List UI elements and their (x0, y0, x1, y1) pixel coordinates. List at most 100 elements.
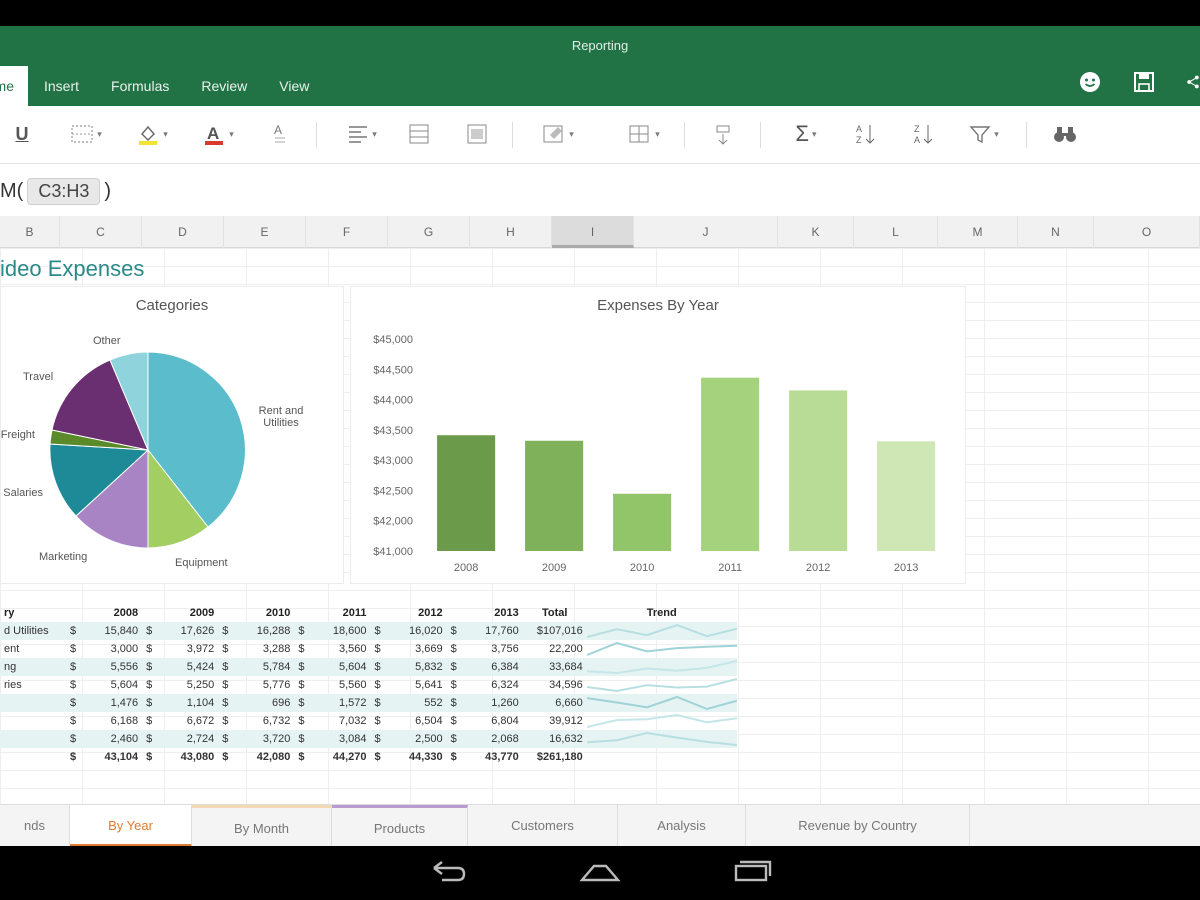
back-icon[interactable] (428, 858, 468, 889)
cell-value[interactable]: 2,460 (80, 730, 143, 748)
table-row[interactable]: ries $5,604 $5,250 $5,776 $5,560 $5,641 $6,324… (0, 676, 737, 694)
sheet-tab[interactable]: By Month (192, 805, 332, 847)
cell-value[interactable]: 44,330 (385, 748, 447, 766)
sort-descending-icon[interactable]: ZA (908, 120, 938, 148)
cell-value[interactable]: 1,104 (156, 694, 219, 712)
cell-value[interactable]: 6,804 (461, 712, 523, 730)
autosum-icon[interactable]: Σ ▾ (784, 120, 828, 148)
cell-value[interactable]: 43,080 (156, 748, 218, 766)
filter-icon[interactable]: ▾ (962, 120, 1006, 148)
cell-value[interactable]: 5,250 (156, 676, 218, 694)
home-icon[interactable] (578, 858, 622, 889)
cell-value[interactable]: 16,288 (232, 622, 295, 640)
sheet-tab[interactable]: nds (0, 805, 70, 847)
column-header[interactable]: N (1018, 216, 1094, 248)
sheet-tab[interactable]: Products (332, 805, 468, 847)
column-header[interactable]: O (1094, 216, 1200, 248)
tab-home[interactable]: Home (0, 66, 28, 106)
cell-value[interactable]: 6,384 (460, 658, 523, 676)
align-left-icon[interactable]: ▾ (340, 120, 384, 148)
cell-value[interactable]: 6,324 (461, 676, 523, 694)
recents-icon[interactable] (732, 858, 772, 889)
cell-value[interactable]: 696 (232, 694, 295, 712)
column-header[interactable]: H (470, 216, 552, 248)
row-total[interactable]: 34,596 (523, 676, 587, 694)
cell-value[interactable]: 43,104 (80, 748, 142, 766)
cell-value[interactable]: 5,776 (232, 676, 294, 694)
cell-value[interactable]: 6,504 (385, 712, 447, 730)
sheet-grid[interactable]: ideo Expenses Categories Other Travel Fr… (0, 248, 1200, 804)
cell-value[interactable]: 3,000 (80, 640, 142, 658)
table-row[interactable]: $1,476 $1,104 $696 $1,572 $552 $1,260 6,660 (0, 694, 737, 712)
table-row[interactable]: ng $5,556 $5,424 $5,784 $5,604 $5,832 $6,384 33… (0, 658, 737, 676)
cell-value[interactable]: 6,732 (232, 712, 294, 730)
cell-value[interactable]: 18,600 (308, 622, 371, 640)
cell-value[interactable]: 552 (384, 694, 447, 712)
fill-color-icon[interactable]: ▾ (130, 120, 174, 148)
cell-value[interactable]: 3,288 (232, 640, 294, 658)
sheet-tab-active[interactable]: By Year (70, 805, 192, 847)
column-header-selected[interactable]: I (552, 216, 634, 248)
cell-value[interactable]: 6,672 (156, 712, 218, 730)
cell-value[interactable]: 5,604 (80, 676, 142, 694)
cell-value[interactable]: 17,760 (460, 622, 523, 640)
save-icon[interactable] (1132, 70, 1156, 94)
row-total[interactable]: 22,200 (523, 640, 587, 658)
cell-value[interactable]: 3,756 (461, 640, 523, 658)
table-row[interactable]: $6,168 $6,672 $6,732 $7,032 $6,504 $6,804 39,9… (0, 712, 737, 730)
cell-value[interactable]: 5,641 (385, 676, 447, 694)
cell-value[interactable]: 1,476 (80, 694, 143, 712)
sheet-tab[interactable]: Analysis (618, 805, 746, 847)
cell-value[interactable]: 7,032 (309, 712, 371, 730)
formula-reference[interactable]: C3:H3 (27, 178, 101, 205)
cell-value[interactable]: 3,972 (156, 640, 218, 658)
format-cells-icon[interactable]: ▾ (536, 120, 580, 148)
sort-ascending-icon[interactable]: AZ (850, 120, 880, 148)
bar-chart[interactable]: Expenses By Year $45,000 $44,500 $44,000 $4… (350, 286, 966, 584)
row-total[interactable]: 6,660 (522, 694, 587, 712)
cell-value[interactable]: 2,068 (460, 730, 523, 748)
borders-icon[interactable]: ▾ (64, 120, 108, 148)
cell-value[interactable]: 5,784 (232, 658, 295, 676)
cell-value[interactable]: 16,020 (384, 622, 447, 640)
tab-review[interactable]: Review (185, 66, 263, 106)
cell-value[interactable]: 3,669 (385, 640, 447, 658)
cell-value[interactable]: 2,500 (384, 730, 447, 748)
tab-insert[interactable]: Insert (28, 66, 95, 106)
column-header[interactable]: G (388, 216, 470, 248)
cell-value[interactable]: 1,260 (460, 694, 523, 712)
sort-icon[interactable] (708, 120, 738, 148)
cell-value[interactable]: 3,560 (309, 640, 371, 658)
column-header[interactable]: E (224, 216, 306, 248)
cell-value[interactable]: 3,084 (308, 730, 371, 748)
cell-value[interactable]: 44,270 (309, 748, 371, 766)
cell-value[interactable]: 5,832 (384, 658, 447, 676)
column-header[interactable]: C (60, 216, 142, 248)
share-icon[interactable] (1186, 70, 1200, 94)
tab-view[interactable]: View (263, 66, 325, 106)
cell-value[interactable]: 5,560 (309, 676, 371, 694)
underline-icon[interactable]: U (12, 120, 32, 148)
cell-value[interactable]: 5,604 (308, 658, 371, 676)
grand-total[interactable]: $261,180 (523, 748, 587, 766)
text-style-icon[interactable]: A (268, 120, 292, 148)
cell-value[interactable]: 43,770 (461, 748, 523, 766)
table-row[interactable]: d Utilities $15,840 $17,626 $16,288 $18,600 $… (0, 622, 737, 640)
pie-chart[interactable]: Categories Other Travel Freight Salaries… (0, 286, 344, 584)
table-total-row[interactable]: $43,104 $43,080 $42,080 $44,270 $44,330 $43,7… (0, 748, 737, 766)
table-row[interactable]: $2,460 $2,724 $3,720 $3,084 $2,500 $2,068 16,6… (0, 730, 737, 748)
cell-value[interactable]: 2,724 (156, 730, 219, 748)
column-header[interactable]: J (634, 216, 778, 248)
cell-value[interactable]: 5,424 (156, 658, 219, 676)
row-total[interactable]: 39,912 (523, 712, 587, 730)
row-total[interactable]: $107,016 (522, 622, 587, 640)
column-header[interactable]: F (306, 216, 388, 248)
table-row[interactable]: ent $3,000 $3,972 $3,288 $3,560 $3,669 $3,756 2… (0, 640, 737, 658)
tab-formulas[interactable]: Formulas (95, 66, 185, 106)
wrap-text-icon[interactable] (404, 120, 434, 148)
cell-value[interactable]: 1,572 (308, 694, 371, 712)
column-header[interactable]: B (0, 216, 60, 248)
row-total[interactable]: 33,684 (522, 658, 587, 676)
row-total[interactable]: 16,632 (522, 730, 587, 748)
cell-value[interactable]: 6,168 (80, 712, 142, 730)
